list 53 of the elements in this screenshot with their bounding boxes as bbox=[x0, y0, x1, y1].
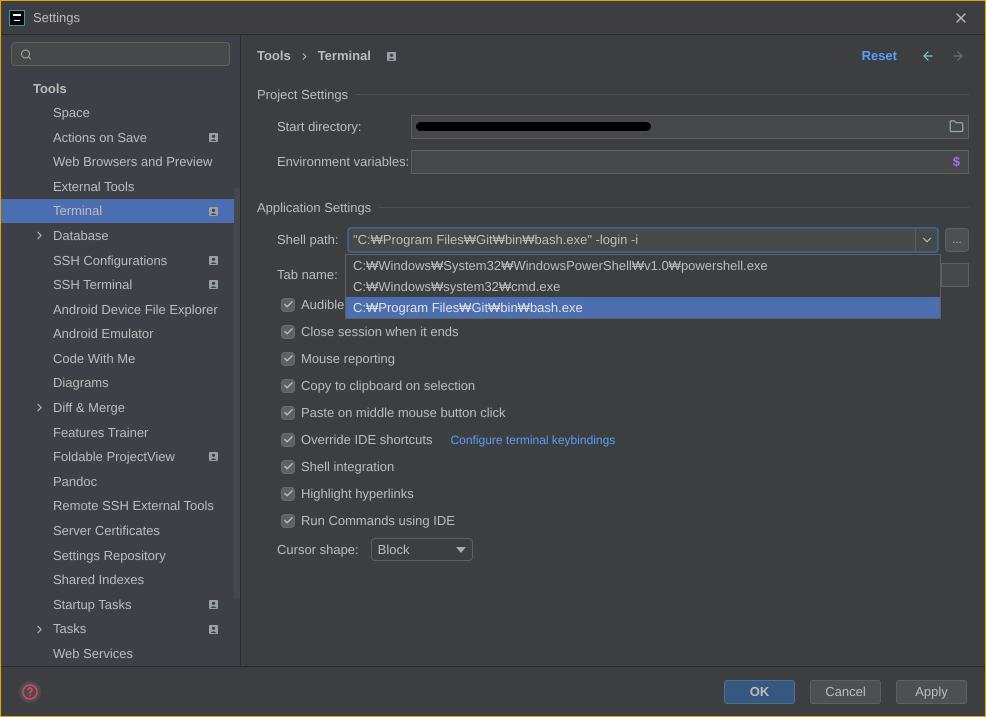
dialog-button[interactable]: Cancel bbox=[810, 680, 881, 704]
sidebar-item[interactable]: External Tools bbox=[1, 174, 234, 199]
sidebar-item[interactable]: Startup Tasks bbox=[1, 592, 234, 617]
field-label: Tab name: bbox=[277, 266, 339, 284]
sidebar-item[interactable]: Android Emulator bbox=[1, 322, 234, 346]
dialog-button[interactable]: Apply bbox=[896, 680, 967, 704]
dropdown-option[interactable]: C:₩Program Files₩Git₩bin₩bash.exe bbox=[346, 297, 940, 318]
field-label: Shell path: bbox=[277, 231, 340, 250]
sidebar-item[interactable]: SSH Terminal bbox=[1, 272, 234, 298]
reset-link[interactable]: Reset bbox=[862, 46, 897, 66]
section-title: Application Settings bbox=[257, 198, 372, 217]
sidebar-item[interactable]: Shared Indexes bbox=[1, 568, 234, 592]
cursor-shape-dropdown[interactable]: Block bbox=[370, 538, 473, 561]
sidebar-item[interactable]: Web Browsers and Preview bbox=[1, 150, 234, 174]
checkbox-label: Override IDE shortcuts bbox=[301, 430, 432, 449]
field-label: Cursor shape: bbox=[277, 540, 359, 559]
configure-keybindings-link[interactable]: Configure terminal keybindings bbox=[450, 430, 616, 448]
checkbox-label: Mouse reporting bbox=[301, 350, 395, 368]
sidebar-item[interactable]: Actions on Save bbox=[1, 125, 234, 150]
sidebar-item[interactable]: Server Certificates bbox=[1, 518, 234, 543]
sidebar-item[interactable]: Diff & Merge bbox=[1, 396, 234, 420]
sidebar-item[interactable]: Code With Me bbox=[1, 346, 234, 371]
sidebar-item[interactable]: Features Trainer bbox=[1, 420, 234, 445]
section-title: Project Settings bbox=[257, 86, 348, 104]
field-label: Environment variables: bbox=[277, 152, 410, 171]
sidebar-item[interactable]: Tasks bbox=[1, 616, 234, 642]
checkbox-label: Shell integration bbox=[301, 458, 394, 476]
sidebar-item[interactable]: Settings Repository bbox=[1, 542, 234, 568]
breadcrumb-item[interactable]: Tools bbox=[257, 46, 291, 66]
window-title: Settings bbox=[33, 8, 80, 27]
checkbox-label: Copy to clipboard on selection bbox=[301, 376, 476, 395]
breadcrumb-item: Terminal bbox=[318, 47, 371, 66]
sidebar-item[interactable]: Remote SSH External Tools bbox=[1, 494, 234, 518]
field-label: Start directory: bbox=[277, 118, 363, 136]
checkbox-label: Highlight hyperlinks bbox=[301, 484, 414, 503]
sidebar-group-header[interactable]: Tools bbox=[1, 76, 234, 101]
browse-button[interactable]: ... bbox=[945, 228, 969, 252]
sidebar-item[interactable]: Diagrams bbox=[1, 370, 234, 396]
checkbox-label: Paste on middle mouse button click bbox=[301, 404, 506, 422]
checkbox-label: Audible bbox=[301, 296, 344, 314]
sidebar-item[interactable]: Web Services bbox=[1, 641, 234, 666]
sidebar-item[interactable]: Database bbox=[1, 223, 234, 248]
sidebar-item[interactable]: Pandoc bbox=[1, 469, 234, 494]
sidebar-item[interactable]: Foldable ProjectView bbox=[1, 444, 234, 470]
dropdown-option[interactable]: C:₩Windows₩system32₩cmd.exe bbox=[346, 276, 940, 297]
sidebar-item[interactable]: SSH Configurations bbox=[1, 248, 234, 273]
checkbox-label: Close session when it ends bbox=[301, 322, 459, 341]
dropdown-option[interactable]: C:₩Windows₩System32₩WindowsPowerShell₩v1.0₩powershell.exe bbox=[346, 255, 940, 276]
shell-path-combobox[interactable]: "C:₩Program Files₩Git₩bin₩bash.exe" -login -i bbox=[347, 227, 939, 253]
sidebar-item[interactable]: Android Device File Explorer bbox=[1, 297, 234, 322]
sidebar-item[interactable]: Space bbox=[1, 100, 234, 126]
ok-button[interactable]: OK bbox=[724, 680, 795, 704]
checkbox-label: Run Commands using IDE bbox=[301, 512, 455, 530]
